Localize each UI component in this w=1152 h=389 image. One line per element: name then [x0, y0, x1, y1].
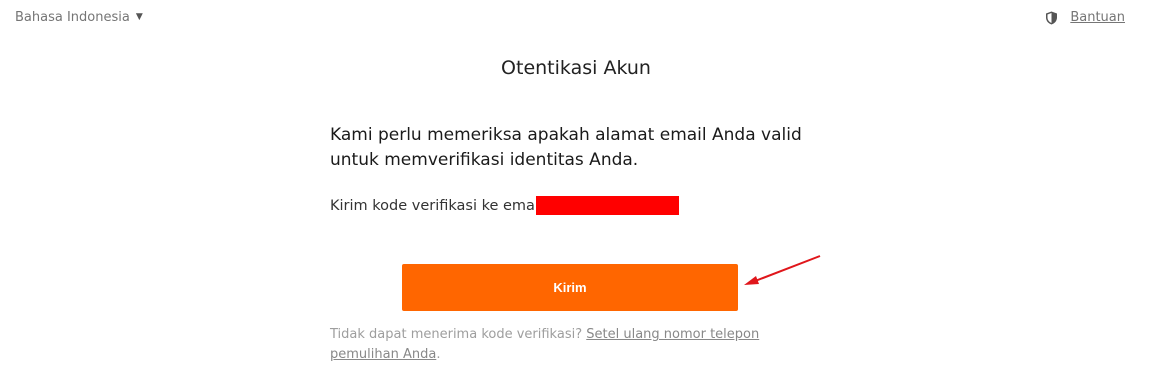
footer-text: Tidak dapat menerima kode verifikasi? — [330, 327, 583, 342]
help-link[interactable]: Bantuan — [1070, 10, 1125, 25]
footer-end: . — [436, 347, 441, 362]
language-label: Bahasa Indonesia — [15, 10, 130, 25]
send-to-line: Kirim kode verifikasi ke emai — [330, 196, 810, 215]
help-area: Bantuan — [1045, 10, 1125, 25]
arrow-icon — [744, 255, 821, 285]
send-to-text: Kirim kode verifikasi ke emai — [330, 197, 539, 214]
footer-help: Tidak dapat menerima kode verifikasi? Se… — [330, 325, 770, 365]
page: Bahasa Indonesia ▼ Bantuan Otentikasi Ak… — [0, 0, 1152, 389]
email-redaction — [535, 196, 679, 215]
language-selector[interactable]: Bahasa Indonesia ▼ — [15, 10, 143, 25]
submit-button[interactable]: Kirim — [402, 264, 738, 311]
lead-text: Kami perlu memeriksa apakah alamat email… — [330, 125, 802, 170]
page-title: Otentikasi Akun — [501, 57, 651, 79]
caret-down-icon: ▼ — [135, 12, 143, 22]
shield-icon — [1046, 11, 1058, 24]
